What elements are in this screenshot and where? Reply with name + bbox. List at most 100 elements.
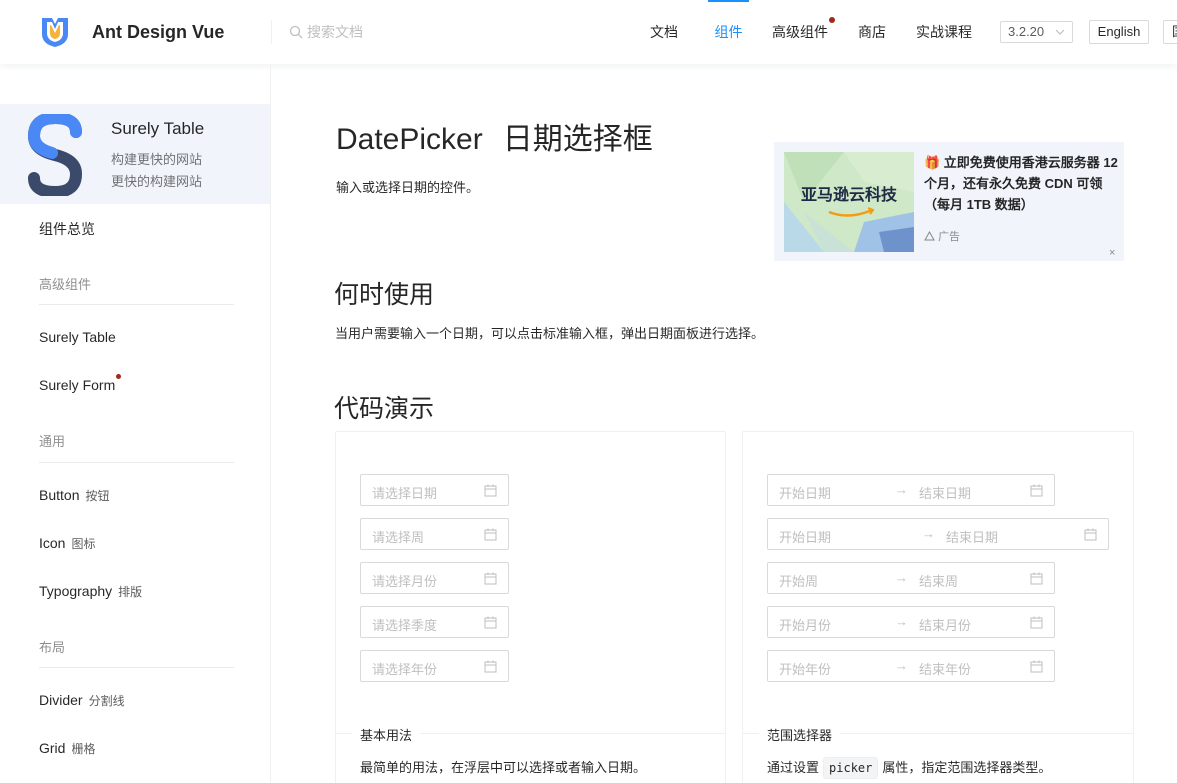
version-select[interactable]: 3.2.20 (1000, 21, 1073, 43)
demo-desc-text: 属性，指定范围选择器类型。 (882, 760, 1052, 775)
sidebar-item-divider[interactable]: Divider 分割线 (39, 692, 125, 709)
sidebar-group-layout: 布局 (39, 640, 66, 655)
picker-placeholder: 请选择季度 (372, 618, 438, 633)
range-end-placeholder: 结束周 (919, 574, 959, 589)
month-picker[interactable]: 请选择月份 (360, 562, 509, 594)
calendar-icon (1030, 572, 1043, 585)
surely-table-sponsor[interactable]: Surely Table 构建更快的网站 更快的构建网站 (0, 104, 270, 204)
section-when-to-use: 何时使用 (334, 281, 435, 309)
brand-name[interactable]: Ant Design Vue (92, 22, 224, 43)
nav-new-dot (829, 17, 835, 23)
sidebar-item-overview[interactable]: 组件总览 (39, 219, 95, 239)
date-picker[interactable]: 请选择日期 (360, 474, 509, 506)
range-end-placeholder: 结束年份 (919, 662, 972, 677)
arrow-right-icon: → (922, 526, 935, 541)
sidebar-item-sublabel: 排版 (118, 585, 143, 599)
nav-store[interactable]: 商店 (858, 0, 886, 64)
sidebar-item-label: Grid (39, 740, 66, 756)
calendar-icon (484, 572, 497, 585)
range-start-placeholder: 开始月份 (779, 618, 832, 633)
new-dot (116, 374, 122, 379)
search-input[interactable] (307, 20, 507, 44)
language-button[interactable]: English (1089, 20, 1149, 44)
calendar-icon (1030, 484, 1043, 497)
header-divider (271, 20, 272, 44)
picker-placeholder: 请选择日期 (372, 486, 438, 501)
page-description: 输入或选择日期的控件。 (336, 180, 480, 195)
sidebar-divider (39, 462, 234, 463)
sidebar: Surely Table 构建更快的网站 更快的构建网站 组件总览 高级组件 S… (0, 64, 271, 783)
ad-banner[interactable]: 亚马逊云科技 🎁 立即免费使用香港云服务器 12 个月，还有永久免费 CDN 可… (774, 142, 1124, 261)
range-picker-week[interactable]: 开始周 → 结束周 (767, 562, 1055, 594)
sidebar-item-sublabel: 按钮 (85, 489, 110, 503)
range-picker-month[interactable]: 开始月份 → 结束月份 (767, 606, 1055, 638)
sidebar-item-grid[interactable]: Grid 栅格 (39, 740, 95, 757)
sidebar-divider (39, 667, 234, 668)
demo-desc-basic: 最简单的用法，在浮层中可以选择或者输入日期。 (360, 760, 647, 775)
surely-logo-icon (28, 114, 82, 196)
nav-courses[interactable]: 实战课程 (916, 0, 972, 64)
demo-title-range: 范围选择器 (759, 725, 841, 744)
range-picker-datetime[interactable]: 开始日期 → 结束日期 (767, 518, 1109, 550)
nav-components[interactable]: 组件 (708, 0, 749, 64)
picker-placeholder: 请选择周 (372, 530, 425, 545)
range-start-placeholder: 开始年份 (779, 662, 832, 677)
ad-label: 广告 (924, 228, 960, 244)
sidebar-item-typography[interactable]: Typography 排版 (39, 583, 142, 600)
demo-card-range: 开始日期 → 结束日期 开始日期 → 结束日期 开始周 → 结束周 开始月份 →… (742, 431, 1134, 783)
week-picker[interactable]: 请选择周 (360, 518, 509, 550)
when-to-use-description: 当用户需要输入一个日期，可以点击标准输入框，弹出日期面板进行选择。 (335, 326, 765, 341)
demo-title-basic: 基本用法 (352, 725, 421, 744)
ad-text[interactable]: 🎁 立即免费使用香港云服务器 12 个月，还有永久免费 CDN 可领（每月 1T… (924, 152, 1120, 215)
chevron-down-icon (1055, 29, 1065, 35)
picker-placeholder: 请选择月份 (372, 574, 438, 589)
arrow-right-icon: → (895, 570, 908, 585)
range-picker-date[interactable]: 开始日期 → 结束日期 (767, 474, 1055, 506)
quarter-picker[interactable]: 请选择季度 (360, 606, 509, 638)
nav-docs[interactable]: 文档 (650, 0, 678, 64)
sidebar-item-button[interactable]: Button 按钮 (39, 487, 110, 504)
range-picker-year[interactable]: 开始年份 → 结束年份 (767, 650, 1055, 682)
sponsor-tagline-1: 构建更快的网站 (111, 152, 203, 167)
ad-image-text: 亚马逊云科技 (801, 185, 898, 204)
demo-card-basic: 请选择日期 请选择周 请选择月份 请选择季度 请选择年份 基本用法 最简单的用法… (335, 431, 726, 783)
sidebar-item-icon[interactable]: Icon 图标 (39, 535, 95, 552)
calendar-icon (484, 484, 497, 497)
sidebar-item-label: Icon (39, 535, 66, 551)
sidebar-item-sublabel: 图标 (71, 537, 96, 551)
section-code-demo: 代码演示 (334, 395, 435, 423)
ad-close-icon[interactable]: × (1109, 247, 1115, 259)
sidebar-item-surely-table[interactable]: Surely Table (39, 329, 116, 345)
sidebar-item-label: Divider (39, 692, 83, 708)
arrow-right-icon: → (895, 482, 908, 497)
picker-placeholder: 请选择年份 (372, 662, 438, 677)
version-value: 3.2.20 (1008, 24, 1045, 39)
ad-image[interactable]: 亚马逊云科技 (784, 152, 914, 252)
ad-icon (924, 230, 935, 241)
search-icon (289, 25, 303, 39)
ad-label-text: 广告 (938, 231, 961, 243)
top-header: Ant Design Vue 文档 组件 高级组件 商店 实战课程 3.2.20… (0, 0, 1177, 64)
range-start-placeholder: 开始周 (779, 574, 819, 589)
nav-advanced-components[interactable]: 高级组件 (772, 0, 828, 64)
page-title: DatePicker 日期选择框 (336, 114, 653, 158)
arrow-right-icon: → (895, 658, 908, 673)
sidebar-item-surely-form[interactable]: Surely Form (39, 374, 122, 393)
sidebar-item-sublabel: 分割线 (88, 694, 125, 708)
year-picker[interactable]: 请选择年份 (360, 650, 509, 682)
range-end-placeholder: 结束日期 (946, 530, 999, 545)
calendar-icon (1084, 528, 1097, 541)
demo-desc-range: 通过设置 picker 属性，指定范围选择器类型。 (767, 757, 1051, 779)
sidebar-item-sublabel: 栅格 (71, 742, 96, 756)
sidebar-divider (39, 304, 234, 305)
calendar-icon (484, 660, 497, 673)
mirror-button[interactable]: 国内镜像 (1163, 20, 1177, 44)
calendar-icon (1030, 660, 1043, 673)
sidebar-group-advanced: 高级组件 (39, 277, 92, 292)
calendar-icon (1030, 616, 1043, 629)
range-end-placeholder: 结束月份 (919, 618, 972, 633)
sponsor-title: Surely Table (111, 119, 205, 138)
ant-design-vue-logo[interactable] (40, 16, 70, 48)
ad-image-graphic: 亚马逊云科技 (784, 152, 914, 252)
sidebar-group-general: 通用 (39, 434, 66, 449)
